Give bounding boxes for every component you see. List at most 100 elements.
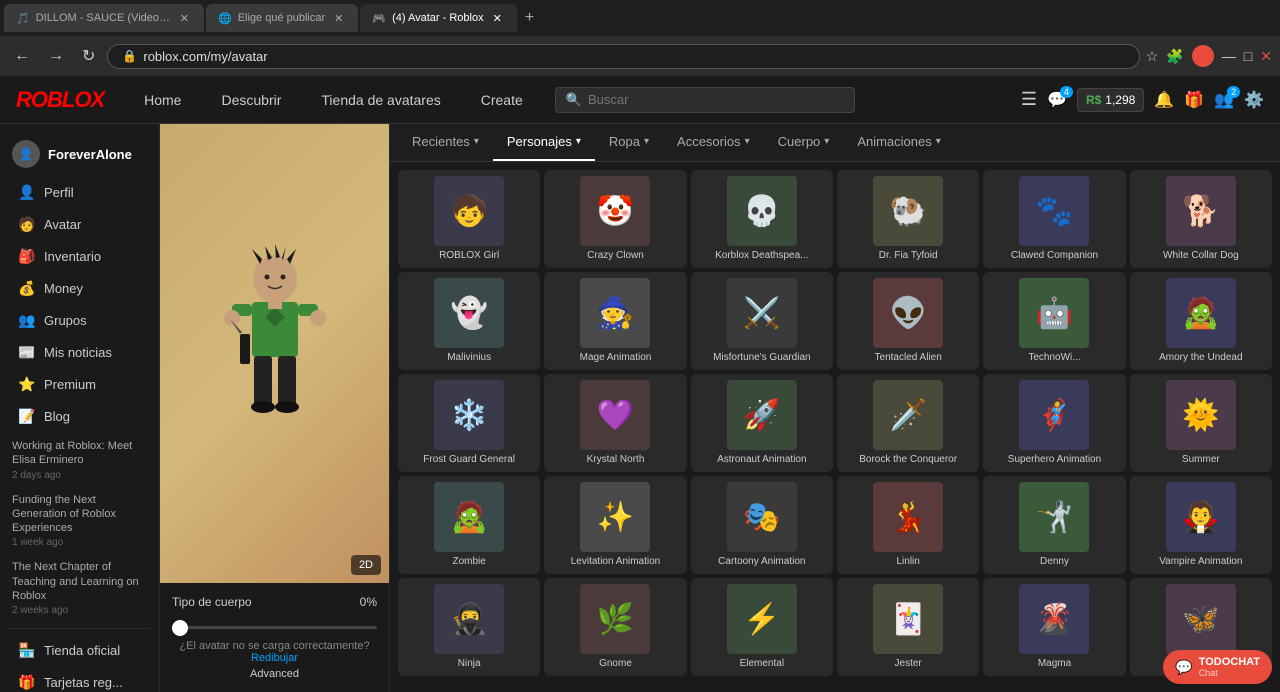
- maximize-button[interactable]: □: [1244, 48, 1252, 64]
- tab-2-close[interactable]: ✕: [331, 11, 346, 26]
- catalog-item-7[interactable]: 🧙 Mage Animation: [544, 272, 686, 370]
- catalog-item-17[interactable]: 🌞 Summer: [1130, 374, 1272, 472]
- gift-button[interactable]: 🎁: [1184, 90, 1204, 110]
- tab-personajes[interactable]: Personajes ▾: [493, 124, 595, 161]
- redibujar-link[interactable]: Redibujar: [251, 652, 298, 664]
- catalog-item-15[interactable]: 🗡️ Borock the Conqueror: [837, 374, 979, 472]
- close-button[interactable]: ✕: [1260, 48, 1272, 65]
- catalog-item-11[interactable]: 🧟 Amory the Undead: [1130, 272, 1272, 370]
- catalog-item-3[interactable]: 🐏 Dr. Fia Tyfoid: [837, 170, 979, 268]
- blog-item-3[interactable]: The Next Chapter of Teaching and Learnin…: [0, 554, 159, 622]
- tab-3-close[interactable]: ✕: [490, 11, 505, 26]
- sidebar-item-premium[interactable]: ⭐ Premium: [4, 369, 155, 400]
- catalog-item-10[interactable]: 🤖 TechnoWi...: [983, 272, 1125, 370]
- roblox-app: ROBLOX Home Descubrir Tienda de avatares…: [0, 76, 1280, 692]
- catalog-item-8[interactable]: ⚔️ Misfortune's Guardian: [691, 272, 833, 370]
- catalog-item-28[interactable]: 🌋 Magma: [983, 578, 1125, 676]
- sidebar-item-money[interactable]: 💰 Money: [4, 273, 155, 304]
- catalog-item-23[interactable]: 🧛 Vampire Animation: [1130, 476, 1272, 574]
- sidebar-item-grupos[interactable]: 👥 Grupos: [4, 305, 155, 336]
- sidebar-item-tarjetas[interactable]: 🎁 Tarjetas reg...: [4, 667, 155, 692]
- catalog-item-2[interactable]: 💀 Korblox Deathspea...: [691, 170, 833, 268]
- catalog-item-24[interactable]: 🥷 Ninja: [398, 578, 540, 676]
- tab-3[interactable]: 🎮 (4) Avatar - Roblox ✕: [360, 4, 516, 32]
- tab-2[interactable]: 🌐 Elige qué publicar ✕: [206, 4, 358, 32]
- blog-item-2[interactable]: Funding the Next Generation of Roblox Ex…: [0, 487, 159, 555]
- catalog-item-18[interactable]: 🧟 Zombie: [398, 476, 540, 574]
- catalog-item-thumb-27: 🃏: [873, 584, 943, 654]
- catalog-item-12[interactable]: ❄️ Frost Guard General: [398, 374, 540, 472]
- catalog-item-14[interactable]: 🚀 Astronaut Animation: [691, 374, 833, 472]
- sidebar-item-blog[interactable]: 📝 Blog: [4, 401, 155, 432]
- new-tab-button[interactable]: +: [519, 9, 540, 27]
- back-button[interactable]: ←: [8, 45, 36, 67]
- search-bar[interactable]: 🔍: [555, 87, 855, 113]
- menu-icon-button[interactable]: ☰: [1021, 89, 1037, 110]
- sidebar-item-perfil[interactable]: 👤 Perfil: [4, 177, 155, 208]
- nav-tienda[interactable]: Tienda de avatares: [313, 88, 448, 112]
- catalog-item-19[interactable]: ✨ Levitation Animation: [544, 476, 686, 574]
- catalog-item-thumb-28: 🌋: [1019, 584, 1089, 654]
- catalog-item-9[interactable]: 👽 Tentacled Alien: [837, 272, 979, 370]
- catalog-item-26[interactable]: ⚡ Elemental: [691, 578, 833, 676]
- catalog-item-5[interactable]: 🐕 White Collar Dog: [1130, 170, 1272, 268]
- catalog-item-thumb-8: ⚔️: [727, 278, 797, 348]
- nav-home[interactable]: Home: [136, 88, 189, 112]
- sidebar-item-noticias[interactable]: 📰 Mis noticias: [4, 337, 155, 368]
- slider-container: [172, 617, 377, 632]
- catalog-item-thumb-20: 🎭: [727, 482, 797, 552]
- minimize-button[interactable]: —: [1222, 48, 1236, 64]
- catalog-item-6[interactable]: 👻 Malivinius: [398, 272, 540, 370]
- catalog-item-thumb-22: 🤺: [1019, 482, 1089, 552]
- extensions-button[interactable]: 🧩: [1166, 48, 1183, 65]
- tienda-oficial-icon: 🏪: [18, 642, 36, 659]
- catalog-item-20[interactable]: 🎭 Cartoony Animation: [691, 476, 833, 574]
- forward-button[interactable]: →: [42, 45, 70, 67]
- roblox-logo[interactable]: ROBLOX: [16, 87, 104, 113]
- catalog-item-16[interactable]: 🦸 Superhero Animation: [983, 374, 1125, 472]
- nav-create[interactable]: Create: [473, 88, 531, 112]
- bookmark-button[interactable]: ☆: [1146, 48, 1159, 65]
- catalog-item-4[interactable]: 🐾 Clawed Companion: [983, 170, 1125, 268]
- tab-1[interactable]: 🎵 DILLOM - SAUCE (Videoclip... ✕: [4, 4, 204, 32]
- advanced-link[interactable]: Advanced: [172, 668, 377, 680]
- tab-accesorios[interactable]: Accesorios ▾: [663, 124, 764, 161]
- robux-button[interactable]: R$ 1,298: [1077, 88, 1144, 112]
- avatar-2d-button[interactable]: 2D: [351, 555, 381, 575]
- catalog-item-name-6: Malivinius: [447, 352, 491, 364]
- friends-button[interactable]: 👥 2: [1214, 90, 1234, 110]
- catalog-item-27[interactable]: 🃏 Jester: [837, 578, 979, 676]
- nav-descubrir[interactable]: Descubrir: [213, 88, 289, 112]
- tab-recientes[interactable]: Recientes ▾: [398, 124, 493, 161]
- sidebar-item-inventario[interactable]: 🎒 Inventario: [4, 241, 155, 272]
- catalog-item-25[interactable]: 🌿 Gnome: [544, 578, 686, 676]
- robux-icon: R$: [1086, 93, 1101, 107]
- sidebar-item-tienda-oficial[interactable]: 🏪 Tienda oficial: [4, 635, 155, 666]
- notification-button[interactable]: 🔔: [1154, 90, 1174, 110]
- catalog-item-thumb-4: 🐾: [1019, 176, 1089, 246]
- blog-item-1[interactable]: Working at Roblox: Meet Elisa Erminero 2…: [0, 433, 159, 487]
- animaciones-arrow: ▾: [936, 136, 941, 147]
- catalog-tabs: Recientes ▾ Personajes ▾ Ropa ▾ Accesori…: [390, 124, 1280, 162]
- catalog-item-name-25: Gnome: [599, 658, 632, 670]
- tab-ropa[interactable]: Ropa ▾: [595, 124, 663, 161]
- catalog-item-1[interactable]: 🤡 Crazy Clown: [544, 170, 686, 268]
- search-input[interactable]: [588, 92, 844, 107]
- settings-button[interactable]: ⚙️: [1244, 90, 1264, 110]
- tab-animaciones[interactable]: Animaciones ▾: [843, 124, 954, 161]
- tab-1-close[interactable]: ✕: [177, 11, 192, 26]
- catalog-item-name-5: White Collar Dog: [1163, 250, 1239, 262]
- catalog-item-13[interactable]: 💜 Krystal North: [544, 374, 686, 472]
- refresh-button[interactable]: ↻: [76, 44, 101, 68]
- tab-cuerpo[interactable]: Cuerpo ▾: [764, 124, 844, 161]
- catalog-item-22[interactable]: 🤺 Denny: [983, 476, 1125, 574]
- sidebar-user: 👤 ForeverAlone: [0, 132, 159, 176]
- sidebar-item-avatar[interactable]: 🧑 Avatar: [4, 209, 155, 240]
- todochat-widget[interactable]: 💬 TODOCHAT Chat: [1163, 650, 1272, 684]
- body-type-slider[interactable]: [172, 626, 377, 629]
- url-bar[interactable]: 🔒 roblox.com/my/avatar: [107, 44, 1139, 69]
- chat-button[interactable]: 💬 4: [1047, 90, 1067, 110]
- profile-button[interactable]: [1192, 45, 1214, 67]
- catalog-item-21[interactable]: 💃 Linlin: [837, 476, 979, 574]
- catalog-item-0[interactable]: 🧒 ROBLOX Girl: [398, 170, 540, 268]
